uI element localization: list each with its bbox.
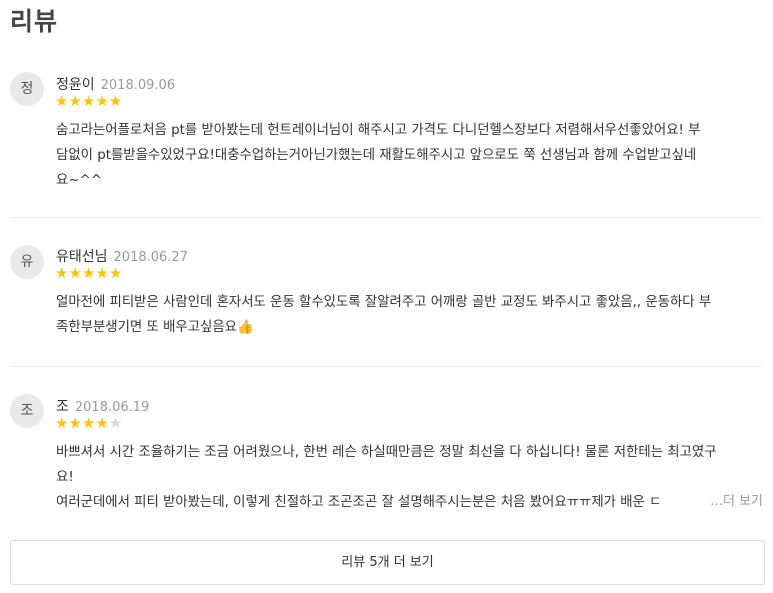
star-filled-icon: ★ — [68, 92, 82, 110]
star-filled-icon: ★ — [81, 92, 96, 110]
star-filled-icon: ★ — [81, 264, 96, 282]
review-line: 요~^^ — [56, 173, 102, 188]
section-title: 리뷰 — [10, 7, 59, 36]
star-filled-icon: ★ — [95, 264, 109, 282]
star-filled-icon: ★ — [55, 414, 69, 432]
review-date: 2018.06.27 — [113, 250, 188, 265]
divider — [10, 366, 765, 367]
star-filled-icon: ★ — [55, 264, 69, 282]
more-reviews-button[interactable]: 리뷰 5개 더 보기 — [10, 540, 765, 585]
star-rating: ★★★★★ — [55, 93, 122, 109]
star-rating: ★★★★★ — [55, 265, 122, 281]
review-date: 2018.06.19 — [74, 400, 150, 415]
star-rating: ★★★★★ — [55, 415, 122, 431]
reviewer-meta: 유태선님 2018.06.27 — [56, 246, 188, 266]
star-filled-icon: ★ — [68, 414, 82, 432]
avatar: 정 — [10, 72, 44, 106]
review-line: 요! — [56, 470, 74, 485]
star-filled-icon: ★ — [108, 92, 123, 110]
divider — [10, 217, 765, 218]
review-line: 숨고라는어플로처음 pt를 받아봤는데 헌트레이너님이 해주시고 가격도 다니던… — [56, 123, 701, 138]
star-filled-icon: ★ — [95, 92, 109, 110]
reviewer-meta: 조 2018.06.19 — [56, 396, 149, 416]
reviewer-name: 조 — [56, 399, 69, 415]
star-filled-icon: ★ — [95, 414, 109, 432]
review-line: 담없이 pt를받을수있었구요!대충수업하는거아닌가했는데 재활도해주시고 앞으로… — [56, 148, 697, 163]
review-line: 여러군데에서 피티 받아봤는데, 이렇게 친절하고 조곤조곤 잘 설명해주시는분… — [56, 495, 662, 510]
review-line: 족한부분생기면 또 배우고싶음요👍 — [56, 320, 254, 335]
star-filled-icon: ★ — [55, 92, 69, 110]
review-text: 숨고라는어플로처음 pt를 받아봤는데 헌트레이너님이 해주시고 가격도 다니던… — [56, 118, 766, 193]
avatar: 조 — [10, 394, 44, 428]
star-filled-icon: ★ — [81, 414, 96, 432]
review-text: 바쁘셔서 시간 조율하기는 조금 어려웠으나, 한번 레슨 하실때만큼은 정말 … — [56, 440, 766, 515]
review-date: 2018.09.06 — [100, 78, 176, 93]
reviewer-name: 정윤이 — [56, 77, 95, 93]
reviewer-meta: 정윤이 2018.09.06 — [56, 74, 175, 94]
star-filled-icon: ★ — [108, 264, 123, 282]
read-more-link[interactable]: …더 보기 — [705, 490, 763, 509]
star-filled-icon: ★ — [68, 264, 82, 282]
star-empty-icon: ★ — [108, 414, 123, 432]
reviewer-name: 유태선님 — [56, 249, 108, 265]
avatar: 유 — [10, 245, 44, 279]
review-line: 얼마전에 피티받은 사람인데 혼자서도 운동 할수있도록 잘알려주고 어깨랑 골… — [56, 295, 712, 310]
review-line: 바쁘셔서 시간 조율하기는 조금 어려웠으나, 한번 레슨 하실때만큼은 정말 … — [56, 445, 717, 460]
review-text: 얼마전에 피티받은 사람인데 혼자서도 운동 할수있도록 잘알려주고 어깨랑 골… — [56, 290, 766, 340]
